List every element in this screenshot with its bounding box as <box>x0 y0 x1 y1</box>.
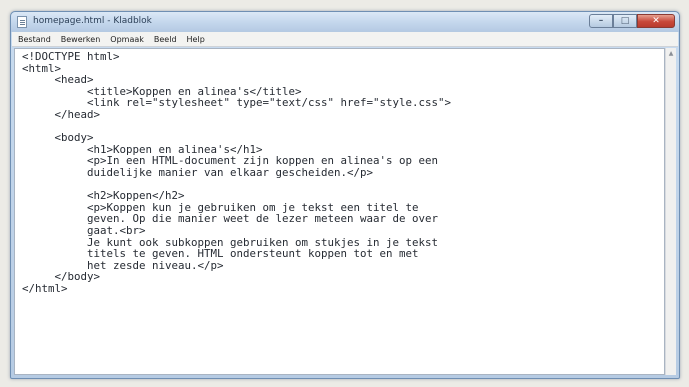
code-line: duidelijke manier van elkaar gescheiden.… <box>22 165 374 179</box>
arrow-up-icon[interactable]: ▲ <box>666 48 676 59</box>
maximize-button[interactable]: □ <box>613 14 637 28</box>
editor-content[interactable]: <!DOCTYPE html> <html> <head> <title>Kop… <box>15 49 664 294</box>
menu-beeld[interactable]: Beeld <box>154 35 177 44</box>
menu-bestand[interactable]: Bestand <box>18 35 51 44</box>
menu-bar: Bestand Bewerken Opmaak Beeld Help <box>12 32 678 47</box>
close-button[interactable]: ✕ <box>637 14 675 28</box>
minimize-button[interactable]: – <box>589 14 613 28</box>
notepad-window: homepage.html - Kladblok – □ ✕ Bestand B… <box>10 11 680 379</box>
notepad-icon <box>17 16 27 28</box>
window-controls: – □ ✕ <box>589 14 675 28</box>
menu-help[interactable]: Help <box>187 35 205 44</box>
menu-bewerken[interactable]: Bewerken <box>61 35 101 44</box>
menu-opmaak[interactable]: Opmaak <box>110 35 144 44</box>
code-line: </html> <box>22 281 68 295</box>
window-title: homepage.html - Kladblok <box>33 16 152 26</box>
vertical-scrollbar[interactable]: ▲ <box>665 48 676 375</box>
text-editor[interactable]: <!DOCTYPE html> <html> <head> <title>Kop… <box>14 48 665 375</box>
code-line: </head> <box>22 107 101 121</box>
title-bar[interactable]: homepage.html - Kladblok – □ ✕ <box>11 12 679 32</box>
